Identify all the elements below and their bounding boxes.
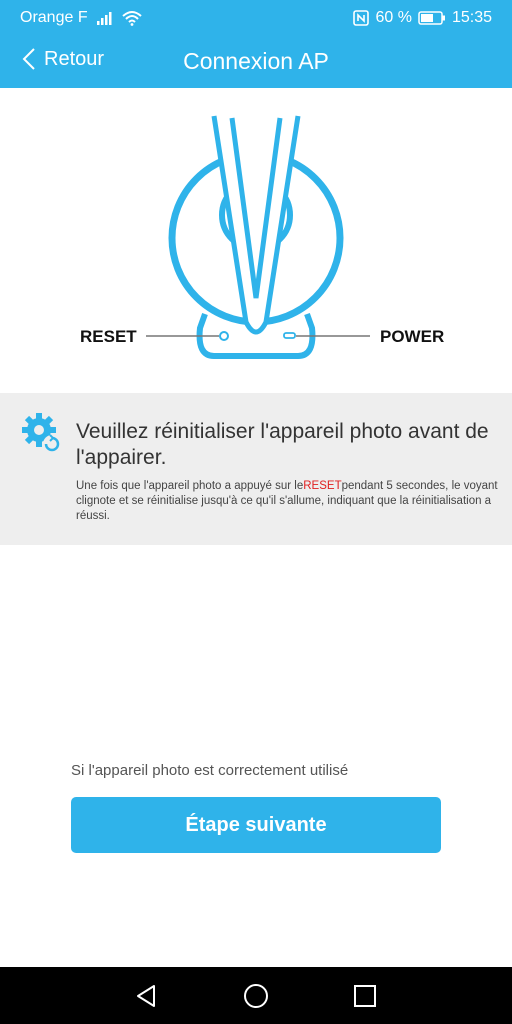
- system-nav-bar: [0, 967, 512, 1024]
- wifi-icon: [121, 11, 142, 26]
- clock: 15:35: [451, 9, 492, 26]
- recents-square-icon[interactable]: [350, 981, 380, 1011]
- reset-highlight: RESET: [303, 480, 342, 492]
- back-triangle-icon[interactable]: [132, 981, 162, 1011]
- battery-percent: 60 %: [375, 9, 412, 26]
- instruction-panel: Veuillez réinitialiser l'appareil photo …: [0, 393, 512, 545]
- page-title: Connexion AP: [183, 48, 329, 74]
- nfc-icon: [353, 10, 370, 26]
- reset-label: RESET: [80, 327, 137, 346]
- camera-illustration: RESET POWER: [0, 88, 512, 393]
- camera-reset-diagram: RESET POWER: [80, 115, 444, 359]
- description-text-start: Une fois que l'appareil photo a appuyé s…: [76, 480, 304, 492]
- usage-hint: Si l'appareil photo est correctement uti…: [71, 762, 349, 779]
- instruction-description: Une fois que l'appareil photo a appuyé s…: [76, 479, 500, 524]
- battery-icon: [418, 11, 445, 25]
- next-step-button[interactable]: Étape suivante: [71, 797, 441, 853]
- status-bar: Orange F 60 % 15:35: [0, 0, 512, 36]
- carrier-label: Orange F: [20, 9, 88, 26]
- gear-refresh-icon: [22, 413, 61, 453]
- power-label: POWER: [380, 327, 444, 346]
- home-circle-icon[interactable]: [241, 981, 271, 1011]
- signal-icon: [96, 12, 112, 25]
- app-header: Retour Connexion AP: [0, 36, 512, 88]
- instruction-heading: Veuillez réinitialiser l'appareil photo …: [76, 420, 489, 469]
